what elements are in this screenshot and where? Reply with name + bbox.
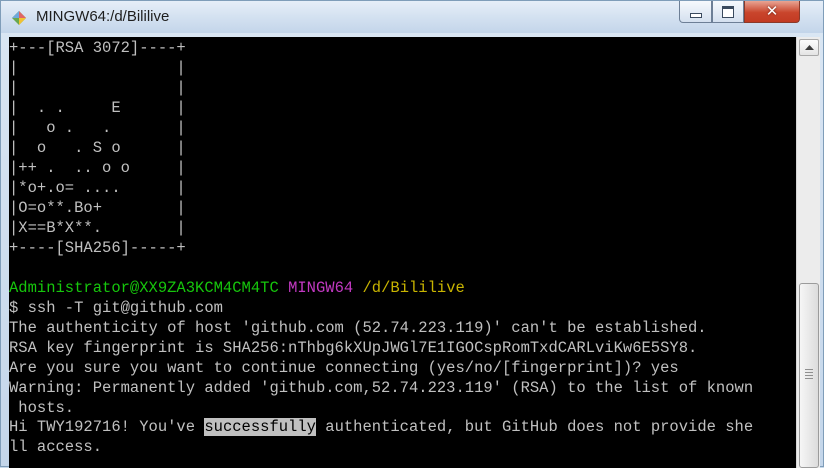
- output-line: Warning: Permanently added 'github.com,5…: [9, 379, 754, 397]
- command-line: $ ssh -T git@github.com: [9, 299, 223, 317]
- scroll-up-button[interactable]: [799, 39, 819, 56]
- shell-prompt: Administrator@XX9ZA3KCM4CM4TC MINGW64 /d…: [9, 278, 465, 298]
- terminal-console[interactable]: +---[RSA 3072]----+ | | | | | . . E | | …: [9, 37, 796, 468]
- randomart-line: | o . . |: [9, 119, 186, 137]
- auth-result-after: authenticated, but GitHub does not provi…: [315, 418, 754, 436]
- vertical-scrollbar[interactable]: [796, 37, 820, 468]
- output-line: The authenticity of host 'github.com (52…: [9, 319, 707, 337]
- randomart-line: | o . S o |: [9, 139, 186, 157]
- randomart-line: | . . E |: [9, 99, 186, 117]
- mingw-diamond-icon: [12, 11, 26, 25]
- scroll-thumb[interactable]: [799, 283, 819, 468]
- grip-line: [805, 375, 813, 376]
- title-bar[interactable]: MINGW64:/d/Bililive ✕: [1, 1, 823, 33]
- terminal-window: MINGW64:/d/Bililive ✕ +---[RSA 3072]----…: [0, 0, 824, 468]
- auth-result-wrap: ll access.: [9, 438, 103, 456]
- auth-result-line: Hi TWY192716! You've successfully authen…: [9, 417, 753, 437]
- grip-line: [805, 378, 813, 379]
- randomart-line: | |: [9, 59, 186, 77]
- auth-result-before: Hi TWY192716! You've: [9, 418, 205, 436]
- randomart-line: |X==B*X**. |: [9, 219, 186, 237]
- randomart-line: +----[SHA256]-----+: [9, 239, 186, 257]
- output-line: Are you sure you want to continue connec…: [9, 359, 679, 377]
- randomart-line: |++ . .. o o |: [9, 159, 186, 177]
- prompt-shell: MINGW64: [288, 279, 354, 297]
- grip-line: [805, 372, 813, 373]
- minimize-button[interactable]: [679, 1, 712, 23]
- randomart-line: | |: [9, 79, 186, 97]
- maximize-button[interactable]: [712, 1, 744, 23]
- prompt-cwd: /d/Bililive: [362, 279, 465, 297]
- window-title: MINGW64:/d/Bililive: [36, 8, 170, 25]
- output-line: RSA key fingerprint is SHA256:nThbg6kXUp…: [9, 339, 698, 357]
- close-icon: ✕: [765, 2, 779, 20]
- close-button[interactable]: ✕: [744, 1, 800, 23]
- maximize-icon: [722, 5, 734, 18]
- randomart-line: |*o+.o= .... |: [9, 179, 186, 197]
- output-line: hosts.: [9, 399, 75, 417]
- prompt-user-host: Administrator@XX9ZA3KCM4CM4TC: [9, 279, 279, 297]
- grip-line: [805, 369, 813, 370]
- randomart-line: |O=o**.Bo+ |: [9, 199, 186, 217]
- minimize-icon: [689, 13, 702, 18]
- randomart-line: +---[RSA 3072]----+: [9, 39, 186, 57]
- selected-text[interactable]: successfully: [204, 418, 316, 436]
- scroll-up-arrow-icon: [804, 45, 814, 50]
